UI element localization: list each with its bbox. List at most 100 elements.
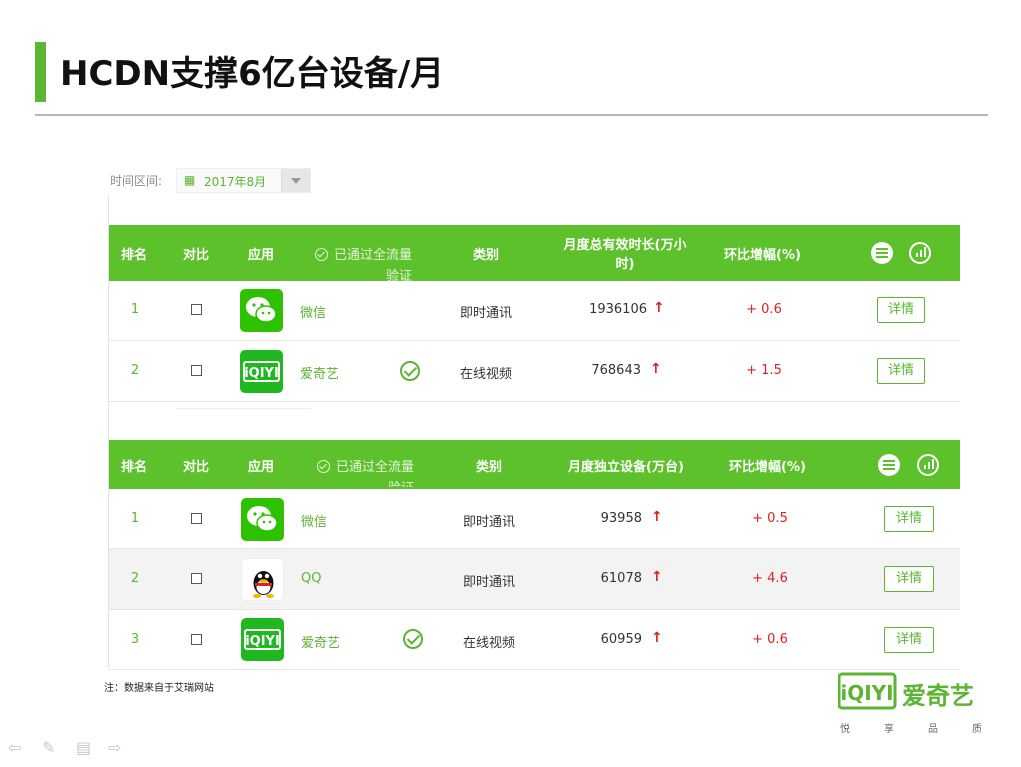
- calendar-icon: ▦: [184, 173, 196, 187]
- header-category: 类别: [473, 248, 500, 263]
- rank-cell: 3: [130, 632, 140, 647]
- up-arrow-icon: ↑: [651, 630, 663, 646]
- header-verified-sub: 验证: [317, 477, 414, 487]
- table-row: 2 iQIYI 爱奇艺 在线视频 768643 ↑ + 1.5 详情: [109, 341, 960, 402]
- app-name[interactable]: 爱奇艺: [301, 632, 340, 651]
- header-metric: 月度总有效时长(万小 时): [557, 234, 693, 272]
- up-arrow-icon: ↑: [651, 509, 663, 525]
- up-arrow-icon: ↑: [653, 300, 665, 316]
- header-app: 应用: [248, 248, 275, 263]
- header-metric-line1: 月度总有效时长(万小: [563, 238, 687, 253]
- rank-cell: 2: [130, 571, 140, 586]
- next-slide-icon[interactable]: ⇨: [108, 738, 121, 757]
- header-change: 环比增幅(%): [729, 460, 806, 475]
- svg-text:iQIYI: iQIYI: [244, 366, 279, 381]
- table-header: 排名 对比 应用 已通过全流量 验证 类别 月度总有效时长(万小 时) 环比增幅…: [109, 225, 960, 284]
- value-cell: 61078: [600, 571, 642, 586]
- table-header: 排名 对比 应用 已通过全流量 验证 类别 月度独立设备(万台) 环比增幅(%): [109, 440, 960, 489]
- rank-cell: 2: [130, 363, 140, 378]
- value-cell: 60959: [600, 632, 642, 647]
- header-verified-label: 已通过全流量: [334, 248, 413, 263]
- header-app: 应用: [248, 460, 275, 475]
- header-category: 类别: [476, 460, 503, 475]
- detail-button[interactable]: 详情: [877, 358, 925, 384]
- app-name[interactable]: 微信: [301, 511, 327, 530]
- rank-cell: 1: [130, 302, 140, 317]
- compare-checkbox[interactable]: [191, 365, 202, 376]
- brand-slogan: 悦享品质: [840, 724, 1016, 735]
- spacer-line: [176, 408, 311, 409]
- svg-text:iQIYI: iQIYI: [245, 634, 280, 649]
- title-divider: [35, 114, 988, 116]
- list-view-icon[interactable]: [878, 454, 900, 476]
- svg-text:iQIYI: iQIYI: [840, 681, 893, 705]
- table-row: 2 QQ 即时通讯 61078 ↑ + 4.6 详情: [109, 549, 960, 610]
- detail-button[interactable]: 详情: [884, 506, 934, 532]
- iqiyi-logo-icon: iQIYI: [241, 618, 284, 661]
- month-select-value: 2017年8月: [204, 175, 267, 189]
- brand-name: 爱奇艺: [902, 682, 974, 710]
- up-arrow-icon: ↑: [650, 361, 662, 377]
- time-range-label: 时间区间:: [110, 174, 163, 188]
- duration-ranking-table: 排名 对比 应用 已通过全流量 验证 类别 月度总有效时长(万小 时) 环比增幅…: [109, 225, 960, 402]
- verified-check-icon: [400, 361, 420, 381]
- compare-checkbox[interactable]: [191, 573, 202, 584]
- change-cell: + 0.6: [752, 632, 788, 647]
- wechat-logo-icon: [241, 498, 284, 541]
- title-accent-bar: [35, 42, 46, 102]
- chart-view-icon[interactable]: [909, 242, 931, 264]
- category-cell: 在线视频: [459, 367, 512, 382]
- compare-checkbox[interactable]: [191, 513, 202, 524]
- app-name[interactable]: 微信: [300, 302, 326, 321]
- wechat-logo-icon: [240, 289, 283, 332]
- table-row: 3 iQIYI 爱奇艺 在线视频 60959 ↑ + 0.6 详情: [109, 610, 960, 670]
- detail-button[interactable]: 详情: [884, 566, 934, 592]
- verified-check-icon: [403, 629, 423, 649]
- table-row: 1 微信 即时通讯 1936106 ↑ + 0.6 详情: [109, 281, 960, 341]
- change-cell: + 0.5: [752, 511, 788, 526]
- change-cell: + 4.6: [752, 571, 788, 586]
- chart-view-icon[interactable]: [917, 454, 939, 476]
- value-cell: 768643: [591, 363, 641, 378]
- check-circle-icon: [317, 460, 330, 473]
- pen-tool-icon[interactable]: ✎: [42, 738, 55, 757]
- page-title: HCDN支撑6亿台设备/月: [60, 54, 445, 94]
- compare-checkbox[interactable]: [191, 304, 202, 315]
- month-select[interactable]: ▦ 2017年8月: [176, 168, 311, 193]
- header-compare: 对比: [183, 248, 210, 263]
- prev-slide-icon[interactable]: ⇦: [8, 738, 21, 757]
- iqiyi-logo-icon: iQIYI: [240, 350, 283, 393]
- value-cell: 1936106: [589, 302, 647, 317]
- header-verified: 已通过全流量 验证: [315, 244, 412, 284]
- header-verified: 已通过全流量 验证: [317, 456, 414, 487]
- app-name[interactable]: QQ: [301, 571, 321, 586]
- rank-cell: 1: [130, 511, 140, 526]
- iqiyi-wordmark-icon: iQIYI: [837, 672, 897, 710]
- up-arrow-icon: ↑: [651, 569, 663, 585]
- qq-logo-icon: [241, 558, 284, 601]
- list-view-icon[interactable]: [871, 242, 893, 264]
- category-cell: 在线视频: [462, 636, 515, 651]
- menu-icon[interactable]: ▤: [76, 738, 91, 757]
- detail-button[interactable]: 详情: [877, 297, 925, 323]
- source-note: 注：数据来自于艾瑞网站: [104, 683, 214, 694]
- app-name[interactable]: 爱奇艺: [300, 363, 339, 382]
- chevron-down-icon[interactable]: [281, 169, 310, 192]
- compare-checkbox[interactable]: [191, 634, 202, 645]
- change-cell: + 0.6: [746, 302, 782, 317]
- iqiyi-brand-logo: iQIYI 爱奇艺 悦享品质: [837, 672, 982, 735]
- value-cell: 93958: [600, 511, 642, 526]
- detail-button[interactable]: 详情: [884, 627, 934, 653]
- device-ranking-table: 排名 对比 应用 已通过全流量 验证 类别 月度独立设备(万台) 环比增幅(%)…: [109, 440, 960, 670]
- category-cell: 即时通讯: [462, 575, 515, 590]
- category-cell: 即时通讯: [459, 306, 512, 321]
- header-verified-label: 已通过全流量: [336, 460, 415, 475]
- check-circle-icon: [315, 248, 328, 261]
- header-rank: 排名: [121, 248, 148, 263]
- header-rank: 排名: [121, 460, 148, 475]
- header-compare: 对比: [183, 460, 210, 475]
- header-change: 环比增幅(%): [724, 248, 801, 263]
- category-cell: 即时通讯: [462, 515, 515, 530]
- change-cell: + 1.5: [746, 363, 782, 378]
- header-metric-line2: 时): [615, 257, 635, 272]
